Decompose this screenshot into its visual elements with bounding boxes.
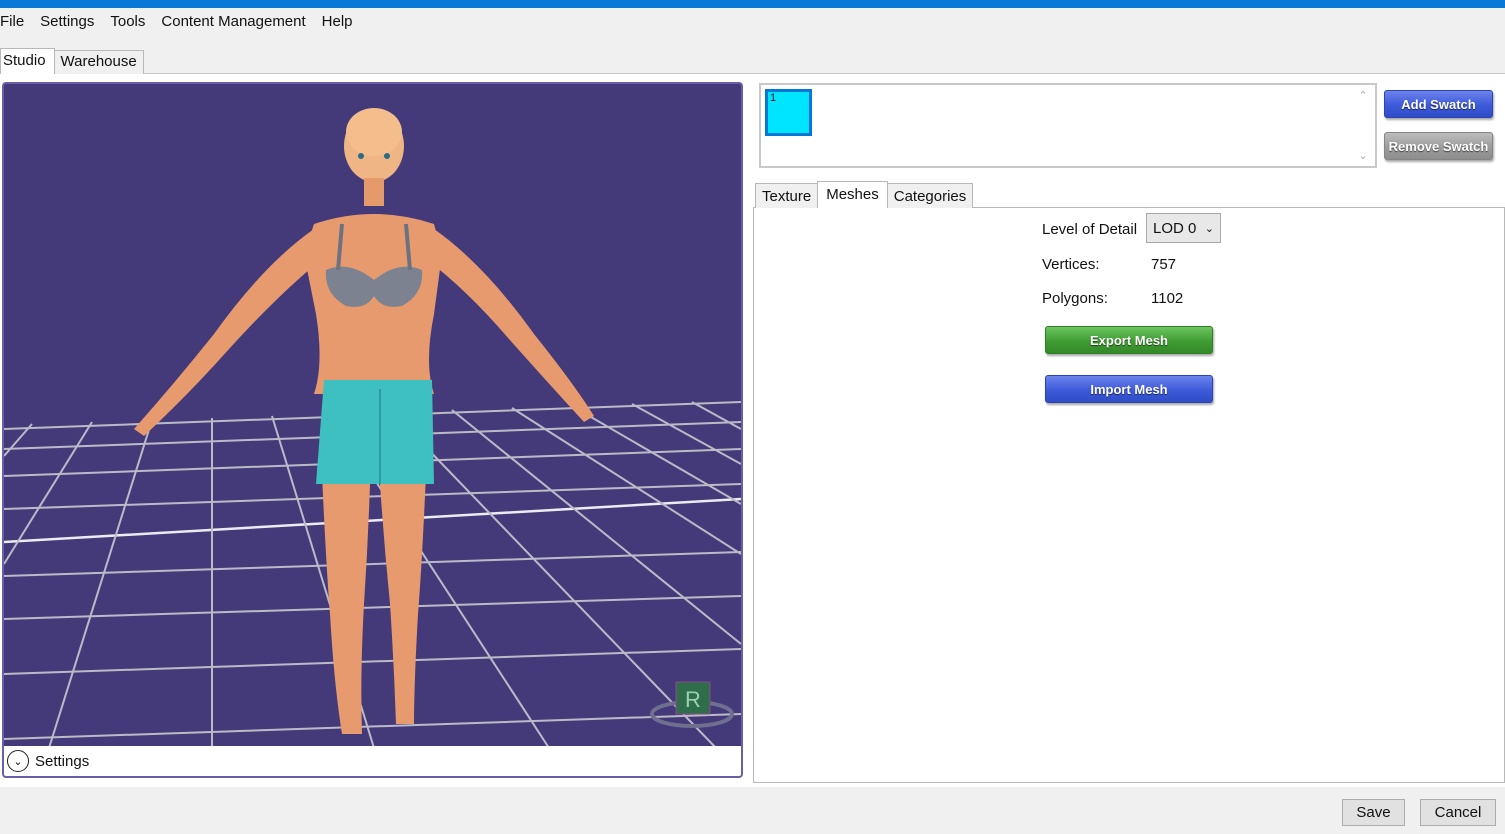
polygons-label: Polygons: — [1042, 290, 1108, 307]
export-mesh-button[interactable]: Export Mesh — [1045, 326, 1213, 354]
property-tabs: Texture Meshes Categories — [755, 181, 974, 208]
tab-studio[interactable]: Studio — [0, 48, 55, 74]
lod-value: LOD 0 — [1153, 219, 1197, 237]
tab-texture[interactable]: Texture — [755, 183, 819, 208]
swatch-item[interactable]: 1 — [765, 89, 812, 136]
tab-categories[interactable]: Categories — [886, 183, 974, 208]
main-tabs: Studio Warehouse — [0, 48, 144, 74]
swatch-scrollbar[interactable]: ⌃ ⌄ — [1351, 85, 1375, 166]
viewport-settings-label: Settings — [35, 752, 90, 770]
menu-content-management[interactable]: Content Management — [153, 9, 313, 35]
import-mesh-button[interactable]: Import Mesh — [1045, 375, 1213, 403]
cancel-button[interactable]: Cancel — [1420, 799, 1496, 826]
tab-meshes[interactable]: Meshes — [817, 181, 888, 208]
menu-tools[interactable]: Tools — [102, 9, 153, 35]
lod-select[interactable]: LOD 0 ⌄ — [1146, 213, 1221, 243]
save-button[interactable]: Save — [1342, 799, 1405, 826]
tab-warehouse[interactable]: Warehouse — [53, 50, 144, 74]
meshes-panel — [753, 207, 1505, 783]
vertices-value: 757 — [1151, 256, 1177, 273]
menu-file[interactable]: File — [0, 9, 32, 35]
swatch-list[interactable]: 1 ⌃ ⌄ — [759, 83, 1377, 168]
chevron-down-icon[interactable]: ⌄ — [7, 750, 29, 772]
menu-bar: File Settings Tools Content Management H… — [0, 8, 1505, 36]
chevron-down-icon[interactable]: ⌄ — [1358, 149, 1367, 162]
chevron-down-icon: ⌄ — [1204, 222, 1214, 235]
polygons-value: 1102 — [1151, 290, 1184, 307]
viewport-scene: R — [4, 108, 741, 748]
viewport-settings-bar[interactable]: ⌄ Settings — [4, 746, 741, 776]
gizmo-letter: R — [685, 687, 701, 712]
menu-help[interactable]: Help — [314, 9, 361, 35]
add-swatch-button[interactable]: Add Swatch — [1384, 90, 1493, 118]
lod-label: Level of Detail — [1042, 221, 1138, 238]
menu-settings[interactable]: Settings — [32, 9, 102, 35]
chevron-up-icon[interactable]: ⌃ — [1358, 89, 1367, 102]
3d-viewport[interactable]: R ⌄ Settings — [2, 82, 743, 778]
window-accent-bar — [0, 0, 1505, 8]
remove-swatch-button[interactable]: Remove Swatch — [1384, 132, 1493, 160]
vertices-label: Vertices: — [1042, 256, 1100, 273]
